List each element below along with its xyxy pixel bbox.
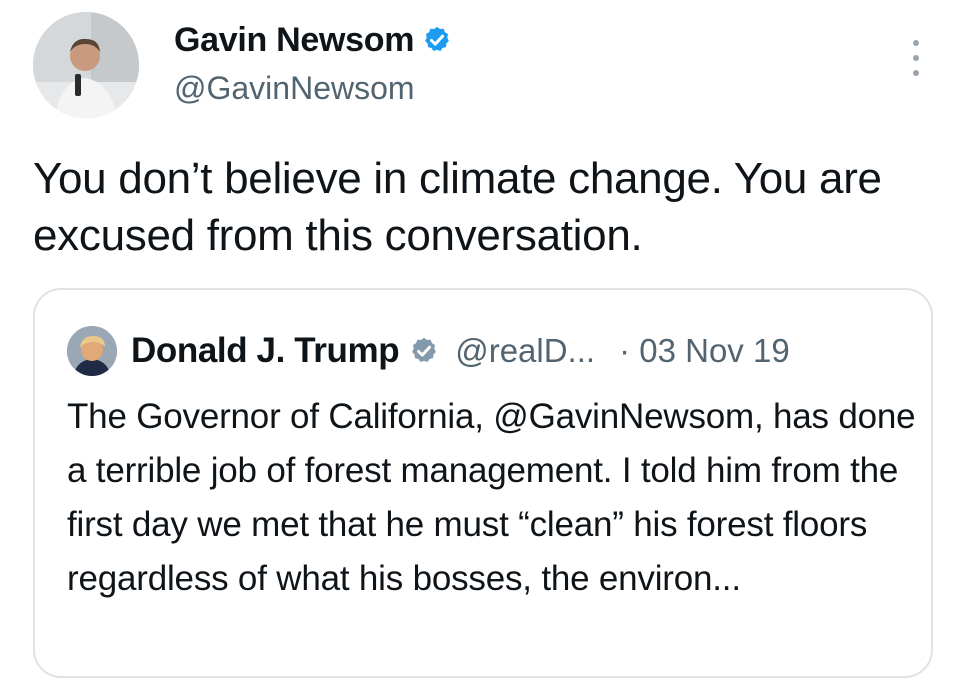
quoted-tweet-date[interactable]: · 03 Nov 19 — [619, 332, 790, 370]
author-display-name[interactable]: Gavin Newsom — [174, 20, 414, 60]
quoted-author-avatar[interactable] — [67, 326, 117, 376]
verified-badge-icon — [425, 26, 450, 51]
more-dot — [913, 55, 919, 61]
quoted-tweet-card[interactable]: Donald J. Trump @realD... · 03 Nov 19 Th… — [33, 288, 933, 678]
author-name-row[interactable]: Gavin Newsom — [174, 20, 452, 60]
quoted-author-display-name[interactable]: Donald J. Trump — [131, 331, 400, 371]
author-avatar[interactable] — [33, 12, 139, 118]
verified-badge-icon — [412, 337, 437, 362]
tweet: Gavin Newsom @GavinNewsom You don’t beli… — [0, 0, 968, 695]
more-dot — [913, 70, 919, 76]
author-block: Gavin Newsom @GavinNewsom — [174, 20, 452, 108]
three-dots-vertical-icon[interactable] — [910, 40, 922, 76]
tweet-text: You don’t believe in climate change. You… — [33, 154, 882, 260]
quoted-tweet-text: The Governor of California, @GavinNewsom… — [67, 397, 916, 598]
quoted-author-handle[interactable]: @realD... — [455, 332, 595, 370]
quoted-tweet-header: Donald J. Trump @realD... · 03 Nov 19 — [67, 326, 790, 376]
author-handle[interactable]: @GavinNewsom — [174, 68, 452, 108]
more-dot — [913, 40, 919, 46]
